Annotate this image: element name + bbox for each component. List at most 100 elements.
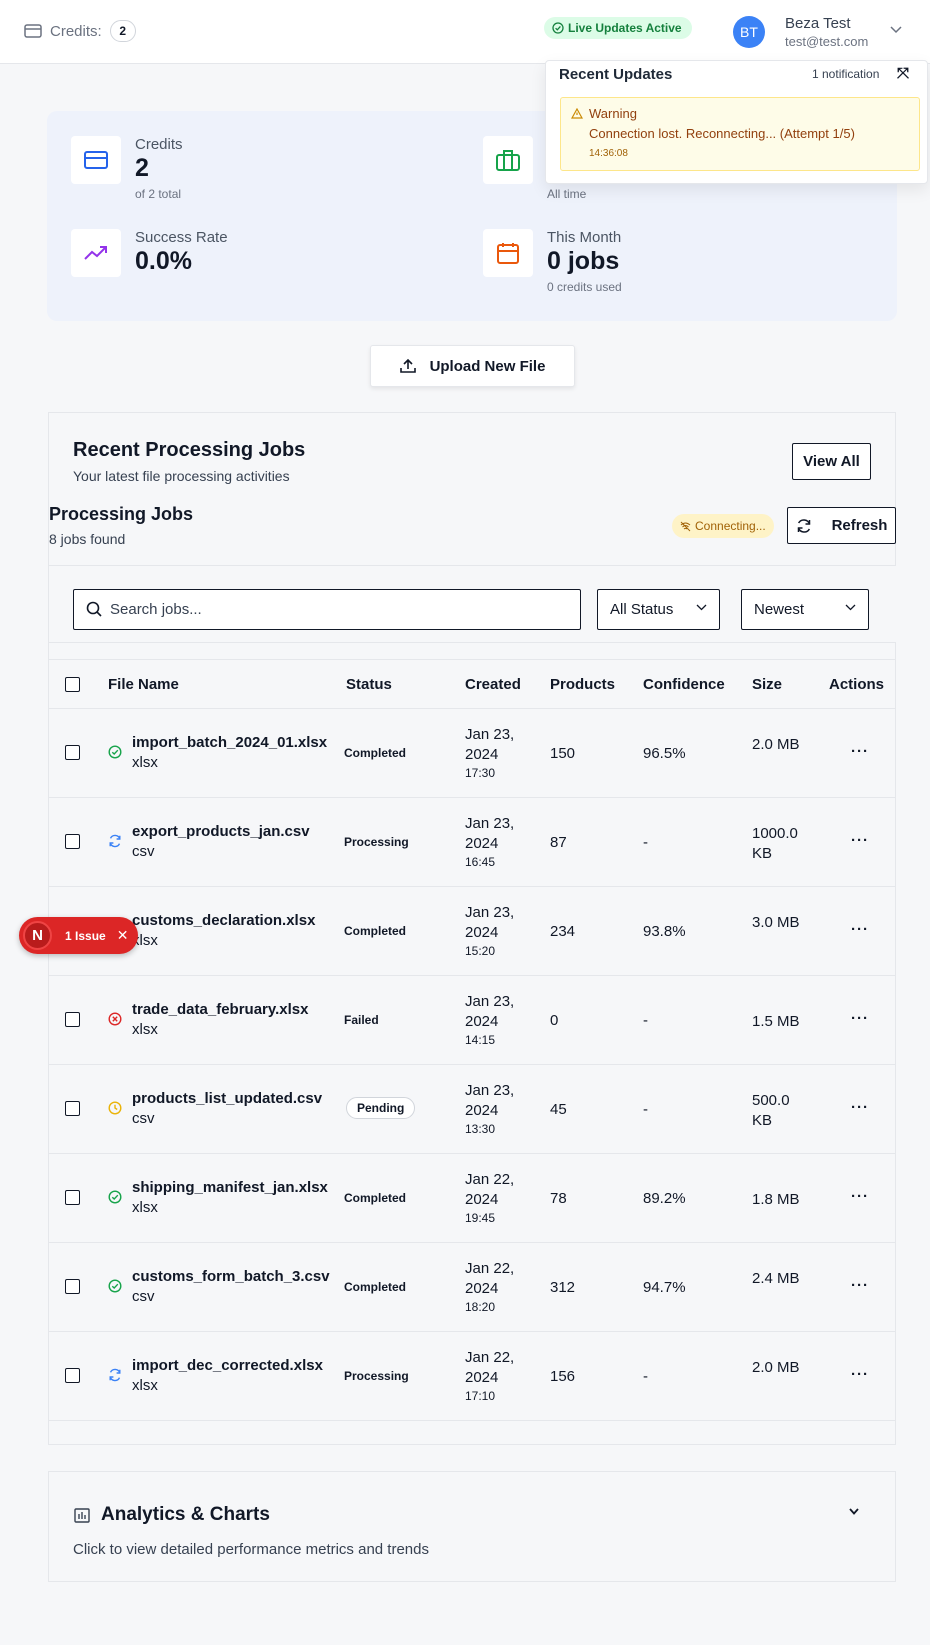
- status-badge: Pending: [346, 1097, 416, 1119]
- file-name[interactable]: customs_declaration.xlsx: [132, 912, 315, 929]
- issue-badge[interactable]: N 1 Issue ✕: [19, 917, 138, 954]
- success-rate-value: 0.0%: [135, 247, 192, 275]
- recent-jobs-title: Recent Processing Jobs: [73, 439, 306, 461]
- file-size: 2.0 MB: [752, 1359, 800, 1376]
- analytics-subtitle: Click to view detailed performance metri…: [73, 1541, 429, 1558]
- recent-jobs-subtitle: Your latest file processing activities: [73, 468, 290, 484]
- products-count: 45: [550, 1101, 567, 1118]
- table-row[interactable]: import_dec_corrected.xlsx xlsx Processing J…: [49, 1332, 896, 1421]
- check-circle-icon: [108, 745, 122, 763]
- x-circle-icon: [108, 1012, 122, 1030]
- file-size: 1.5 MB: [752, 1013, 800, 1030]
- warning-notification: Warning Connection lost. Reconnecting...…: [560, 97, 920, 171]
- upload-icon: [399, 358, 416, 373]
- created-day: Jan 23, 2024: [465, 904, 515, 941]
- table-row[interactable]: import_batch_2024_01.xlsx xlsx Completed Ja…: [49, 709, 896, 798]
- user-name[interactable]: Beza Test: [785, 15, 851, 32]
- check-circle-icon: [108, 1190, 122, 1208]
- file-type: xlsx: [132, 754, 158, 771]
- issue-label: 1 Issue: [65, 928, 106, 943]
- status-filter-select[interactable]: All Status: [597, 589, 720, 630]
- file-type: xlsx: [132, 1199, 158, 1216]
- top-bar: Credits: 2 Live Updates Active BT Beza T…: [0, 0, 930, 64]
- more-actions-icon[interactable]: ···: [851, 832, 869, 849]
- table-row[interactable]: customs_form_batch_3.csv csv Completed Jan …: [49, 1243, 896, 1332]
- close-icon[interactable]: ✕: [117, 927, 129, 944]
- more-actions-icon[interactable]: ···: [851, 743, 869, 760]
- products-count: 156: [550, 1368, 576, 1385]
- chevron-down-icon[interactable]: [890, 26, 902, 34]
- file-size: 2.4 MB: [752, 1270, 800, 1287]
- products-count: 312: [550, 1279, 576, 1296]
- this-month-value: 0 jobs: [547, 247, 620, 275]
- created-time: 17:30: [465, 766, 496, 780]
- search-box[interactable]: [73, 589, 581, 630]
- table-row[interactable]: products_list_updated.csv csv Pending Jan 2…: [49, 1065, 896, 1154]
- chevron-down-icon[interactable]: [849, 1508, 859, 1515]
- status-badge: Completed: [344, 746, 407, 760]
- column-created[interactable]: Created: [465, 676, 521, 693]
- row-checkbox[interactable]: [65, 834, 80, 849]
- table-row[interactable]: trade_data_february.xlsx xlsx Failed Jan 23…: [49, 976, 896, 1065]
- row-checkbox[interactable]: [65, 1101, 80, 1116]
- select-all-checkbox[interactable]: [65, 677, 80, 692]
- created-date: Jan 23, 2024 15:20: [465, 903, 527, 959]
- table-row[interactable]: shipping_manifest_jan.xlsx xlsx Completed J…: [49, 1154, 896, 1243]
- column-size[interactable]: Size: [752, 676, 782, 693]
- file-type: csv: [132, 843, 155, 860]
- file-name[interactable]: import_dec_corrected.xlsx: [132, 1357, 323, 1374]
- status-badge: Failed: [344, 1013, 379, 1027]
- table-row[interactable]: export_products_jan.csv csv Processing Jan …: [49, 798, 896, 887]
- refresh-label: Refresh: [831, 517, 888, 534]
- credits-stat-label: Credits: [135, 136, 183, 153]
- sort-select[interactable]: Newest: [741, 589, 869, 630]
- file-name[interactable]: trade_data_february.xlsx: [132, 1001, 308, 1018]
- refresh-button[interactable]: Refresh: [787, 507, 896, 544]
- credits-stat-sub: of 2 total: [135, 187, 182, 201]
- column-confidence[interactable]: Confidence: [643, 676, 725, 693]
- row-checkbox[interactable]: [65, 1368, 80, 1383]
- row-checkbox[interactable]: [65, 1190, 80, 1205]
- analytics-section[interactable]: Analytics & Charts Click to view detaile…: [48, 1471, 896, 1582]
- file-size: 1.8 MB: [752, 1191, 800, 1208]
- credits-indicator: Credits: 2: [24, 20, 136, 42]
- column-file-name[interactable]: File Name: [108, 676, 179, 693]
- created-day: Jan 22, 2024: [465, 1171, 515, 1208]
- more-actions-icon[interactable]: ···: [851, 921, 869, 938]
- connection-status-badge: Connecting...: [672, 514, 774, 538]
- warning-time: 14:36:08: [589, 148, 628, 159]
- created-date: Jan 22, 2024 17:10: [465, 1348, 527, 1404]
- more-actions-icon[interactable]: ···: [851, 1010, 869, 1027]
- warning-message: Connection lost. Reconnecting... (Attemp…: [589, 126, 855, 141]
- more-actions-icon[interactable]: ···: [851, 1188, 869, 1205]
- briefcase-icon: [483, 136, 533, 184]
- chevron-down-icon: [696, 604, 707, 611]
- column-products[interactable]: Products: [550, 676, 615, 693]
- column-status[interactable]: Status: [346, 676, 392, 693]
- more-actions-icon[interactable]: ···: [851, 1099, 869, 1116]
- confidence-value: 89.2%: [643, 1190, 686, 1207]
- file-name[interactable]: export_products_jan.csv: [132, 823, 310, 840]
- more-actions-icon[interactable]: ···: [851, 1277, 869, 1294]
- jobs-table: File Name Status Created Products Confid…: [49, 659, 896, 1421]
- file-name[interactable]: customs_form_batch_3.csv: [132, 1268, 330, 1285]
- jobs-count: 8 jobs found: [49, 531, 126, 547]
- avatar[interactable]: BT: [733, 16, 765, 48]
- search-input[interactable]: [110, 590, 570, 628]
- file-name[interactable]: import_batch_2024_01.xlsx: [132, 734, 327, 751]
- upload-new-file-button[interactable]: Upload New File: [370, 345, 575, 387]
- more-actions-icon[interactable]: ···: [851, 1366, 869, 1383]
- file-type: csv: [132, 1110, 155, 1127]
- confidence-value: -: [643, 1012, 648, 1029]
- file-name[interactable]: shipping_manifest_jan.xlsx: [132, 1179, 328, 1196]
- row-checkbox[interactable]: [65, 1012, 80, 1027]
- file-name[interactable]: products_list_updated.csv: [132, 1090, 322, 1107]
- issue-avatar: N: [23, 921, 52, 950]
- close-icon[interactable]: ⤧: [897, 65, 909, 82]
- refresh-icon: [108, 834, 122, 852]
- view-all-button[interactable]: View All: [792, 443, 871, 480]
- row-checkbox[interactable]: [65, 745, 80, 760]
- file-size: 2.0 MB: [752, 736, 800, 753]
- row-checkbox[interactable]: [65, 1279, 80, 1294]
- table-row[interactable]: customs_declaration.xlsx xlsx Completed Jan…: [49, 887, 896, 976]
